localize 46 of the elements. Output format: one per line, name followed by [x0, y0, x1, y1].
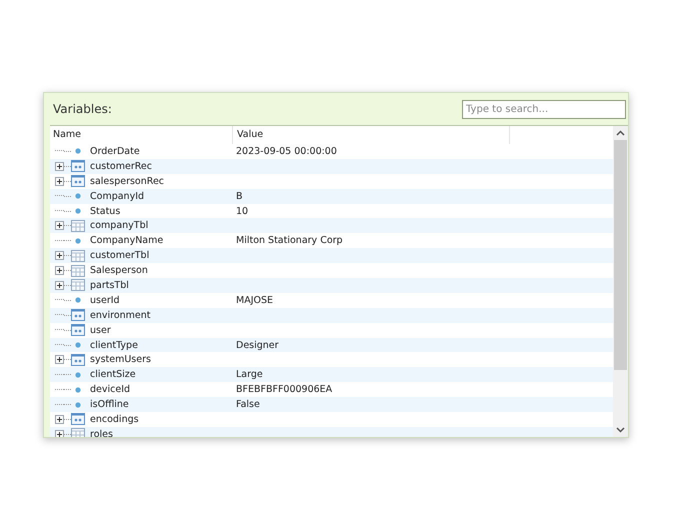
expand-icon[interactable] [55, 251, 64, 260]
variable-name: systemUsers [90, 354, 152, 366]
variable-name: CompanyName [90, 235, 164, 246]
scrollbar-thumb[interactable] [614, 140, 627, 370]
variable-value: Large [236, 369, 263, 380]
expand-icon[interactable] [55, 266, 64, 276]
variable-name: customerTbl [90, 250, 150, 262]
variable-name: Salesperson [90, 265, 149, 276]
scroll-up-icon[interactable] [616, 130, 625, 136]
variable-value: Milton Stationary Corp [236, 235, 343, 246]
variable-name: environment [90, 310, 152, 321]
variable-name: userId [90, 294, 121, 306]
expand-icon[interactable] [55, 176, 64, 186]
variable-value: B [236, 190, 243, 202]
expand-icon[interactable] [55, 280, 64, 290]
variable-name: OrderDate [90, 146, 141, 157]
expand-icon[interactable] [55, 414, 64, 424]
variable-name: clientType [90, 340, 139, 351]
variable-value: False [236, 399, 260, 410]
search-field[interactable]: Type to search... [462, 100, 626, 118]
expand-icon[interactable] [55, 162, 64, 171]
variable-name: companyTbl [90, 220, 150, 232]
expand-icon[interactable] [55, 430, 64, 437]
column-header[interactable]: Value [233, 126, 510, 144]
scroll-down-icon[interactable] [616, 427, 625, 433]
variable-name: clientSize [90, 369, 137, 380]
variable-name: isOffline [90, 399, 130, 410]
variable-name: Status [90, 206, 122, 216]
variable-name: partsTbl [90, 280, 130, 291]
variable-value: BFEBFBFF000906EA [236, 384, 332, 396]
expand-icon[interactable] [55, 221, 64, 230]
variable-value: 10 [236, 206, 248, 216]
column-header[interactable]: Name [50, 126, 233, 144]
variable-value: Designer [236, 340, 279, 351]
variable-value: 2023-09-05 00:00:00 [236, 146, 337, 157]
variable-name: deviceId [90, 384, 132, 396]
expand-icon[interactable] [55, 355, 64, 364]
variable-name: salespersonRec [90, 176, 166, 187]
variable-name: user [90, 324, 112, 336]
panel-title: Variables: [53, 102, 112, 116]
variable-name: encodings [90, 414, 140, 425]
variable-name: customerRec [90, 160, 153, 172]
variable-value: MAJOSE [236, 294, 274, 306]
variable-name: CompanyId [90, 190, 146, 202]
scrollbar[interactable] [613, 126, 628, 437]
variable-name: roles [90, 428, 114, 437]
